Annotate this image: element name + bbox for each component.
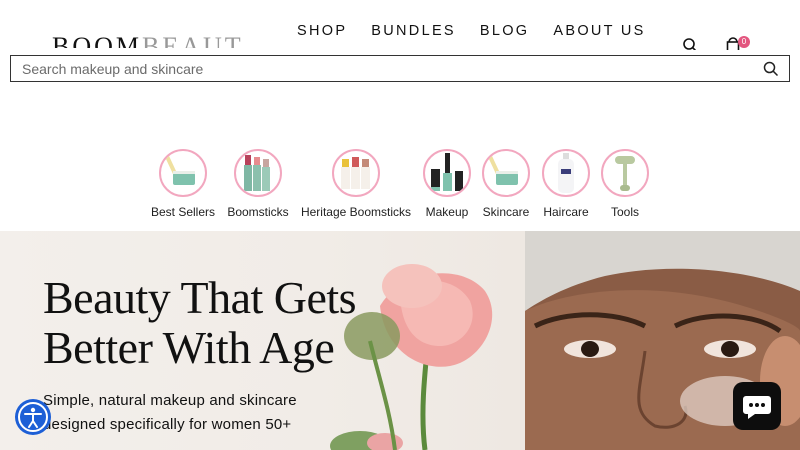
category-haircare[interactable]: Haircare — [540, 149, 592, 219]
best-sellers-product-icon — [159, 149, 207, 197]
category-label: Haircare — [543, 205, 589, 219]
brand-logo[interactable]: BOOMBEAUTY — [52, 34, 242, 48]
site-header: BOOMBEAUTY SHOP BUNDLES BLOG ABOUT US 0 — [0, 0, 800, 56]
category-label: Boomsticks — [227, 205, 289, 219]
category-skincare[interactable]: Skincare — [480, 149, 532, 219]
makeup-product-icon — [423, 149, 471, 197]
search-input[interactable] — [22, 60, 742, 78]
chat-bubble-icon — [743, 396, 771, 419]
category-label: Tools — [610, 205, 639, 219]
main-nav: SHOP BUNDLES BLOG ABOUT US — [297, 22, 670, 40]
boomsticks-product-icon — [234, 149, 282, 197]
category-boomsticks[interactable]: Boomsticks — [223, 149, 293, 219]
nav-item-blog[interactable]: BLOG — [480, 22, 530, 40]
hero-left-panel: Beauty That Gets Better With Age Simple,… — [0, 231, 525, 450]
hero-subtitle: Simple, natural makeup and skincare desi… — [43, 389, 363, 437]
haircare-product-icon — [542, 149, 590, 197]
hero-title-line1: Beauty That Gets — [43, 272, 357, 323]
accessibility-icon — [18, 402, 48, 432]
hero-subtitle-line2: designed specifically for women 50+ — [43, 416, 292, 433]
search-submit-button[interactable] — [763, 61, 779, 77]
search-icon — [763, 61, 779, 77]
category-makeup[interactable]: Makeup — [421, 149, 473, 219]
category-tools[interactable]: Tools — [599, 149, 651, 219]
header-search-icon[interactable] — [682, 36, 698, 50]
cart-count-badge: 0 — [738, 36, 750, 48]
category-best-sellers[interactable]: Best Sellers — [148, 149, 218, 219]
category-label: Heritage Boomsticks — [300, 205, 412, 219]
tools-product-icon — [601, 149, 649, 197]
category-label: Makeup — [425, 205, 469, 219]
hero-subtitle-line1: Simple, natural makeup and skincare — [43, 392, 297, 409]
nav-item-about-us[interactable]: ABOUT US — [553, 22, 645, 40]
hero-title: Beauty That Gets Better With Age — [43, 273, 443, 373]
skincare-product-icon — [482, 149, 530, 197]
nav-item-bundles[interactable]: BUNDLES — [371, 22, 456, 40]
nav-item-shop[interactable]: SHOP — [297, 22, 347, 40]
category-heritage-boomsticks[interactable]: Heritage Boomsticks — [295, 149, 417, 219]
heritage-boomsticks-product-icon — [332, 149, 380, 197]
hero-banner[interactable]: Beauty That Gets Better With Age Simple,… — [0, 231, 800, 450]
hero-title-line2: Better With Age — [43, 322, 335, 373]
category-label: Skincare — [482, 205, 530, 219]
brand-name-part2: BEAUTY — [142, 34, 242, 48]
cart-button[interactable]: 0 — [726, 36, 754, 50]
brand-name-part1: BOOM — [52, 34, 142, 48]
category-strip: Best Sellers Boomsticks Heritage Boomsti… — [0, 149, 800, 224]
chat-button[interactable] — [733, 382, 781, 430]
category-label: Best Sellers — [150, 205, 216, 219]
search-bar — [10, 55, 790, 82]
accessibility-button[interactable] — [15, 399, 51, 435]
